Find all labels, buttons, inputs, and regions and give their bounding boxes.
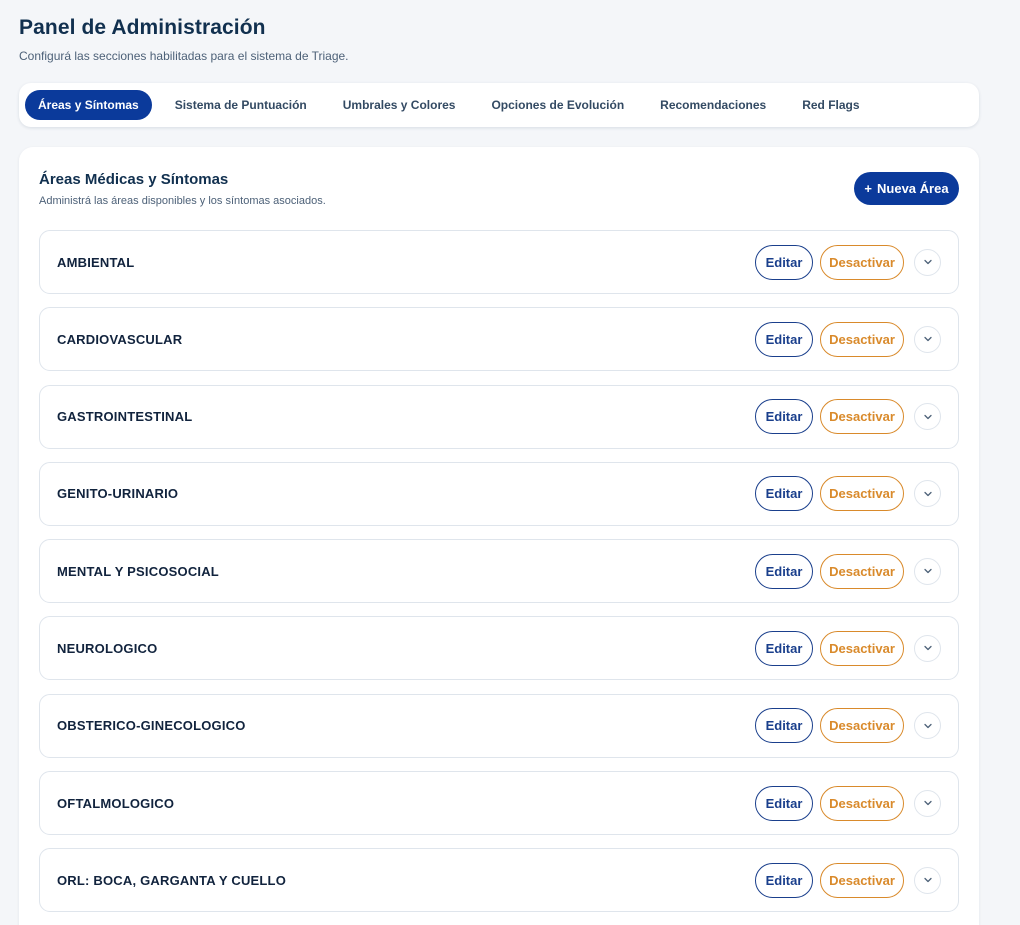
- chevron-down-icon: [923, 878, 932, 883]
- area-name: MENTAL Y PSICOSOCIAL: [57, 563, 219, 579]
- chevron-down-icon: [923, 646, 932, 651]
- area-row: OFTALMOLOGICO Editar Desactivar: [39, 771, 959, 836]
- deactivate-button[interactable]: Desactivar: [820, 785, 904, 821]
- admin-page: Panel de Administración Configurá las se…: [0, 0, 1020, 925]
- card-subtitle: Administrá las áreas disponibles y los s…: [39, 195, 326, 207]
- edit-button[interactable]: Editar: [755, 630, 813, 666]
- deactivate-button[interactable]: Desactivar: [820, 862, 904, 898]
- chevron-down-icon: [923, 337, 932, 342]
- area-row: NEUROLOGICO Editar Desactivar: [39, 616, 959, 681]
- deactivate-button[interactable]: Desactivar: [820, 399, 904, 435]
- area-row: OBSTERICO-GINECOLOGICO Editar Desactivar: [39, 693, 959, 758]
- area-row: ORL: BOCA, GARGANTA Y CUELLO Editar Desact…: [39, 848, 959, 913]
- new-area-label: Nueva Área: [877, 181, 949, 196]
- deactivate-button[interactable]: Desactivar: [820, 553, 904, 589]
- area-list: AMBIENTAL Editar Desactivar CARDIOVASCULAR E…: [39, 230, 959, 925]
- chevron-down-icon: [923, 723, 932, 728]
- page-title: Panel de Administración: [19, 16, 266, 39]
- chevron-down-icon: [923, 259, 932, 265]
- edit-button[interactable]: Editar: [755, 244, 813, 280]
- tab-areas-y-sintomas[interactable]: Áreas y Síntomas: [25, 90, 152, 120]
- page-header: Panel de Administración Configurá las se…: [19, 16, 349, 63]
- expand-button[interactable]: [914, 403, 941, 431]
- expand-button[interactable]: [914, 325, 941, 353]
- area-name: CARDIOVASCULAR: [57, 331, 183, 347]
- tab-recomendaciones[interactable]: Recomendaciones: [647, 90, 779, 120]
- chevron-down-icon: [923, 800, 932, 806]
- tab-red-flags[interactable]: Red Flags: [789, 90, 872, 120]
- edit-button[interactable]: Editar: [755, 708, 813, 744]
- edit-button[interactable]: Editar: [755, 321, 813, 357]
- expand-button[interactable]: [914, 712, 941, 740]
- area-row: MENTAL Y PSICOSOCIAL Editar Desactivar: [39, 539, 959, 604]
- chevron-down-icon: [923, 491, 932, 497]
- deactivate-button[interactable]: Desactivar: [820, 630, 904, 666]
- page-subtitle: Configurá las secciones habilitadas para…: [19, 49, 349, 63]
- area-row: AMBIENTAL Editar Desactivar: [39, 230, 959, 294]
- area-name: GENITO-URINARIO: [57, 486, 179, 502]
- chevron-down-icon: [923, 414, 932, 419]
- deactivate-button[interactable]: Desactivar: [820, 244, 904, 280]
- area-row: GASTROINTESTINAL Editar Desactivar: [39, 384, 959, 449]
- tab-opciones-de-evolucion[interactable]: Opciones de Evolución: [478, 90, 637, 120]
- expand-button[interactable]: [914, 789, 941, 817]
- area-row: CARDIOVASCULAR Editar Desactivar: [39, 307, 959, 372]
- area-name: OBSTERICO-GINECOLOGICO: [57, 718, 246, 734]
- expand-button[interactable]: [914, 866, 941, 894]
- deactivate-button[interactable]: Desactivar: [820, 321, 904, 357]
- deactivate-button[interactable]: Desactivar: [820, 476, 904, 512]
- area-row: GENITO-URINARIO Editar Desactivar: [39, 461, 959, 526]
- card-title: Áreas Médicas y Síntomas: [39, 171, 229, 188]
- area-name: NEUROLOGICO: [57, 640, 158, 656]
- new-area-button[interactable]: + Nueva Área: [854, 172, 959, 205]
- area-name: GASTROINTESTINAL: [57, 409, 193, 425]
- area-name: OFTALMOLOGICO: [57, 795, 175, 811]
- expand-button[interactable]: [914, 480, 941, 508]
- edit-button[interactable]: Editar: [755, 399, 813, 435]
- area-name: ORL: BOCA, GARGANTA Y CUELLO: [57, 872, 287, 888]
- tab-umbrales-y-colores[interactable]: Umbrales y Colores: [330, 90, 469, 120]
- edit-button[interactable]: Editar: [755, 862, 813, 898]
- tab-bar: Áreas y Síntomas Sistema de Puntuación Umb…: [19, 83, 979, 127]
- edit-button[interactable]: Editar: [755, 476, 813, 512]
- tab-sistema-de-puntuacion[interactable]: Sistema de Puntuación: [162, 90, 320, 120]
- area-name: AMBIENTAL: [57, 254, 135, 270]
- edit-button[interactable]: Editar: [755, 553, 813, 589]
- expand-button[interactable]: [914, 634, 941, 662]
- expand-button[interactable]: [914, 248, 941, 276]
- plus-icon: +: [864, 181, 873, 196]
- edit-button[interactable]: Editar: [755, 785, 813, 821]
- deactivate-button[interactable]: Desactivar: [820, 708, 904, 744]
- chevron-down-icon: [923, 569, 932, 574]
- areas-card: Áreas Médicas y Síntomas Administrá las …: [19, 147, 979, 925]
- expand-button[interactable]: [914, 557, 941, 585]
